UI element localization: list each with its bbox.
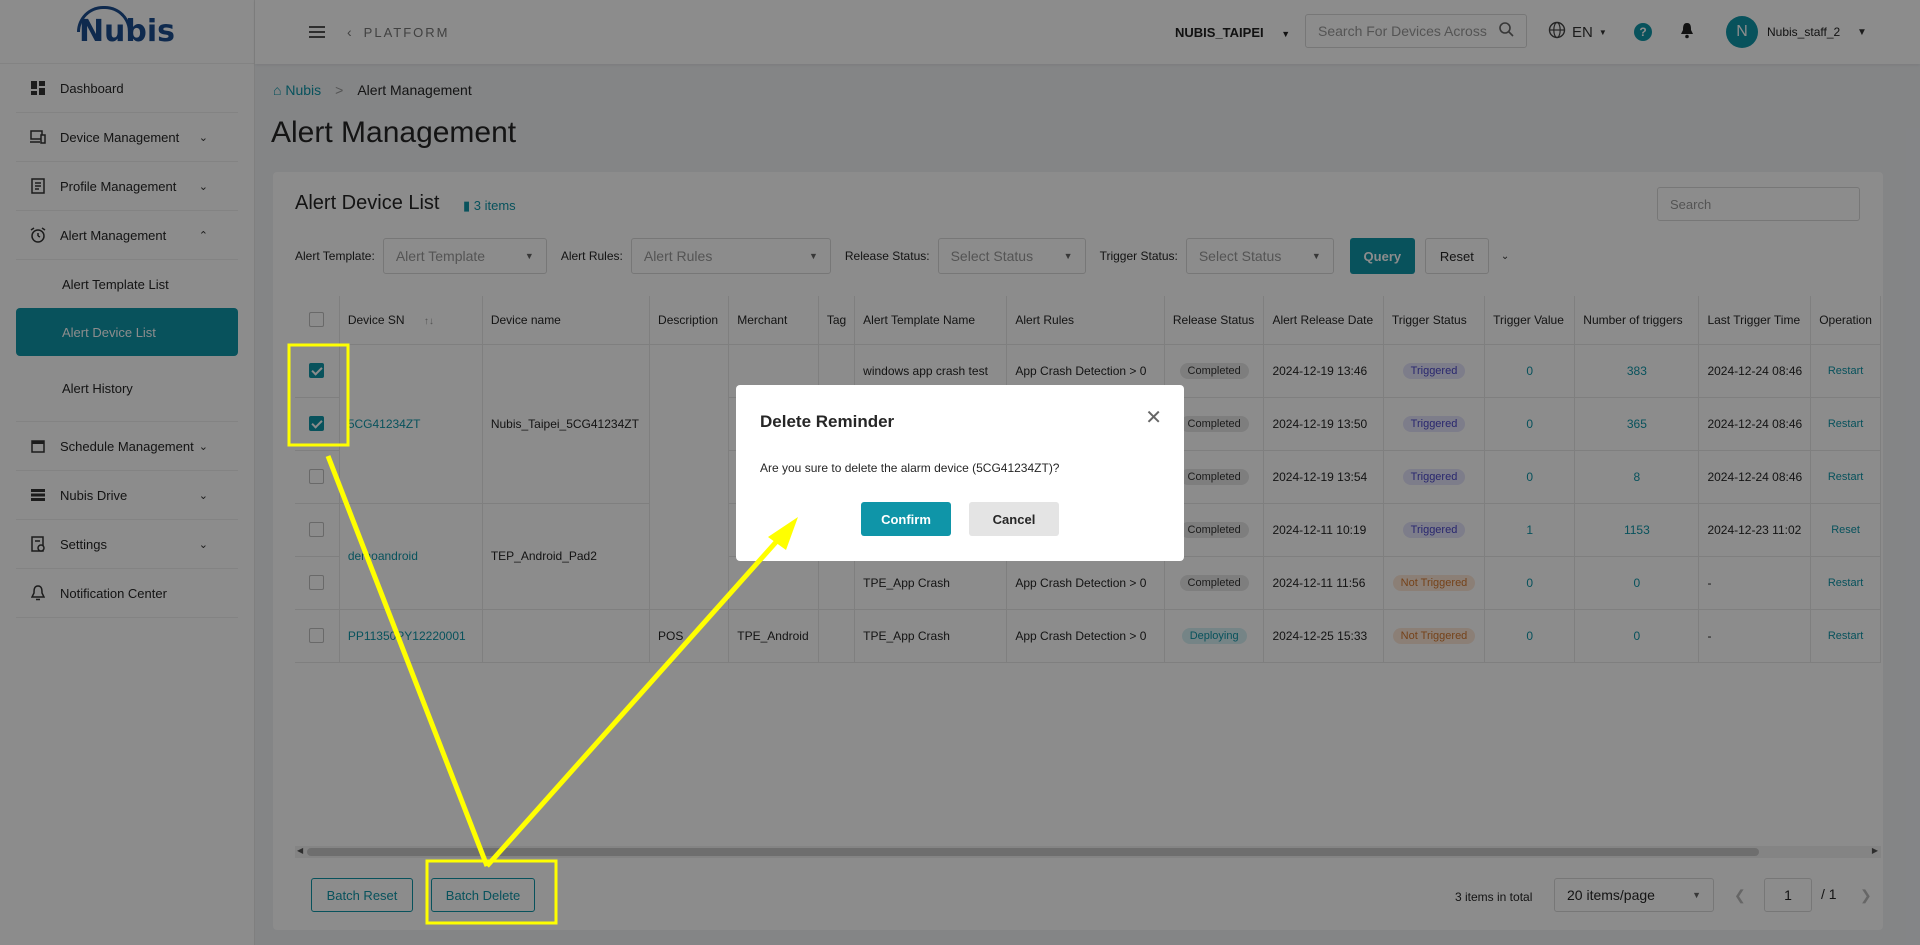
delete-reminder-dialog: Delete Reminder ✕ Are you sure to delete… [736,385,1184,561]
confirm-button[interactable]: Confirm [861,502,951,536]
dialog-message: Are you sure to delete the alarm device … [760,461,1060,475]
close-icon[interactable]: ✕ [1145,405,1162,430]
dialog-title: Delete Reminder [760,412,895,431]
cancel-button[interactable]: Cancel [969,502,1059,536]
